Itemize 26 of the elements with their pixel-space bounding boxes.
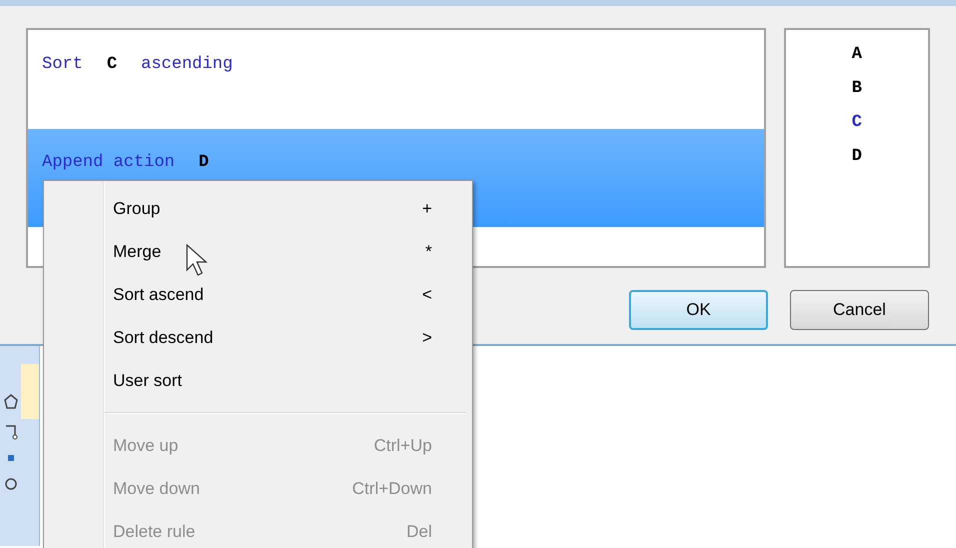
menu-item[interactable]: Sort descend > [44, 316, 472, 359]
menu-item[interactable]: Merge * [44, 230, 472, 273]
field-item[interactable]: C [852, 106, 862, 140]
circle-node-icon[interactable] [4, 476, 18, 492]
shortcut-label: > [422, 326, 432, 349]
rule-keyword: ascending [141, 55, 233, 75]
cancel-button[interactable]: Cancel [790, 290, 929, 330]
field-name: C [106, 55, 118, 75]
shortcut-label: Ctrl+Down [352, 478, 432, 500]
shortcut-label: < [422, 284, 432, 306]
ok-button[interactable]: OK [629, 290, 768, 330]
rule-keyword: Sort [42, 55, 83, 75]
field-item[interactable]: A [852, 38, 862, 72]
menu-item[interactable]: Group + [44, 187, 472, 230]
field-item[interactable]: B [852, 72, 862, 106]
menu-item[interactable]: Sort ascend < [44, 273, 472, 316]
shortcut-label: * [425, 240, 432, 263]
shortcut-label: + [422, 198, 432, 220]
pentagon-icon[interactable] [4, 394, 18, 410]
shortcut-label: Del [406, 520, 432, 543]
field-item[interactable]: D [852, 140, 862, 174]
menu-item[interactable]: User sort [44, 359, 472, 402]
square-node-icon[interactable] [4, 424, 18, 440]
rule-keyword: Append action [42, 153, 175, 173]
field-name: D [198, 153, 209, 173]
shortcut-label: Ctrl+Up [374, 434, 432, 457]
